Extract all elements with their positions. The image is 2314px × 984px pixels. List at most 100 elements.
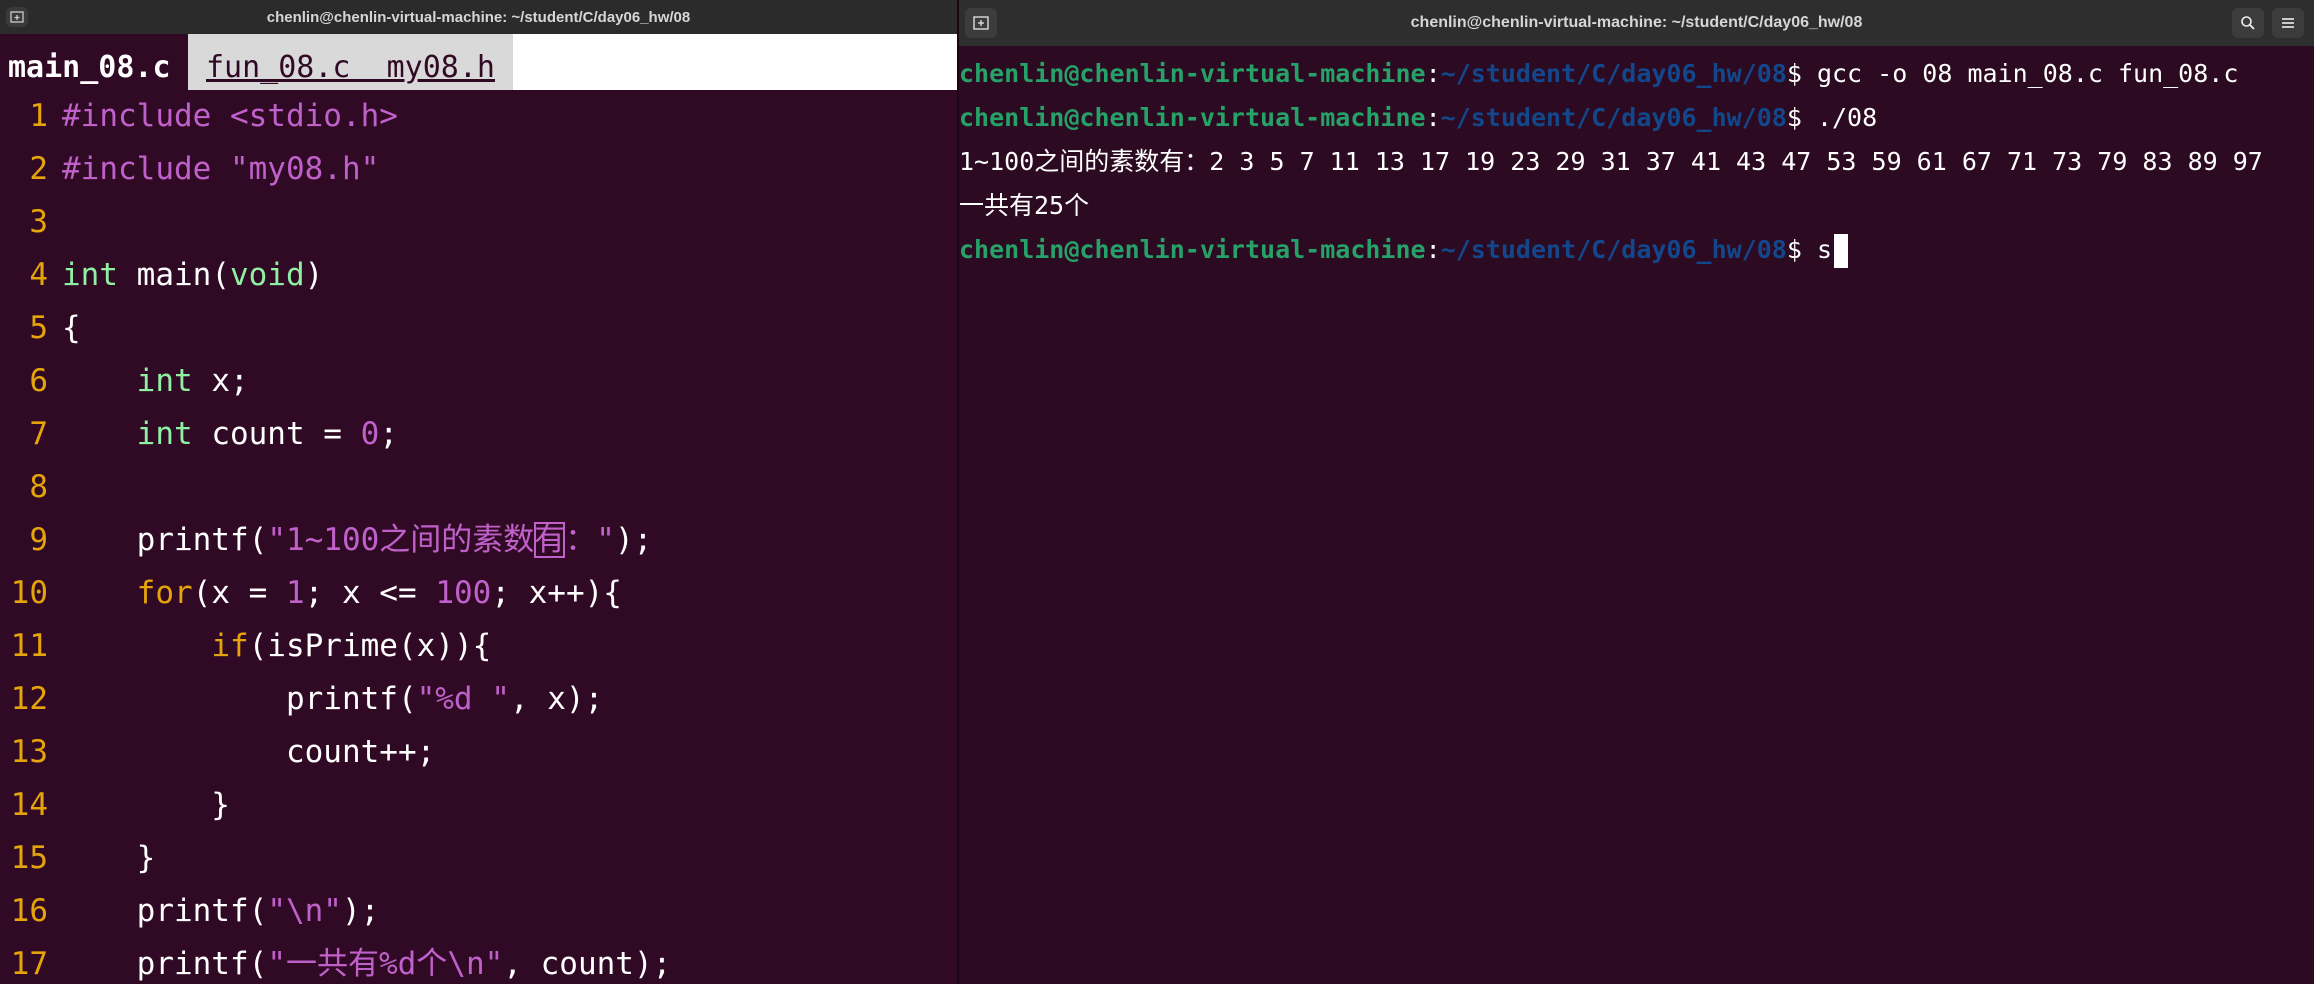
code-line[interactable]: 13 count++; (0, 726, 957, 779)
line-number: 13 (10, 734, 48, 770)
terminal-window-title: chenlin@chenlin-virtual-machine: ~/stude… (1410, 14, 1863, 31)
new-tab-icon[interactable] (6, 7, 28, 27)
editor-titlebar: chenlin@chenlin-virtual-machine: ~/stude… (0, 0, 957, 34)
output-text: 1~100之间的素数有：2 3 5 7 11 13 17 19 23 29 31… (959, 147, 2263, 176)
code-line[interactable]: 1 #include <stdio.h> (0, 90, 957, 143)
line-number: 7 (29, 416, 48, 452)
editor-terminal-window[interactable]: chenlin@chenlin-virtual-machine: ~/stude… (0, 0, 957, 984)
prompt-separator: : (1425, 103, 1441, 132)
terminal-titlebar: chenlin@chenlin-virtual-machine: ~/stude… (959, 0, 2314, 46)
code-text: int main(void) (62, 249, 323, 302)
terminal-cursor (1834, 234, 1848, 268)
code-line[interactable]: 9 printf("1~100之间的素数有："); (0, 514, 957, 567)
code-token: if (211, 628, 249, 664)
code-text: count++; (62, 726, 435, 779)
line-number: 2 (29, 151, 48, 187)
code-token: main( (118, 257, 230, 293)
code-token: ); (341, 893, 380, 929)
code-text: { (62, 302, 81, 355)
prompt-separator: : (1425, 59, 1441, 88)
code-token: ; x++){ (491, 575, 622, 611)
code-line[interactable]: 3 (0, 196, 957, 249)
code-text: printf("\n"); (62, 885, 380, 938)
code-token: ; (379, 416, 398, 452)
code-token: x; (192, 363, 249, 399)
code-token: "1~100之间的素数 (267, 522, 535, 558)
code-token: , count); (503, 946, 672, 982)
output-text: 一共有25个 (959, 191, 1090, 220)
code-text: } (62, 779, 230, 832)
code-token: " (596, 522, 615, 558)
code-token: printf( (62, 893, 268, 929)
code-line[interactable]: 11 if(isPrime(x)){ (0, 620, 957, 673)
new-tab-icon[interactable] (965, 8, 997, 38)
search-icon[interactable] (2232, 8, 2264, 38)
tab-other-files[interactable]: fun_08.c my08.h (188, 34, 513, 90)
code-line[interactable]: 16 printf("\n"); (0, 885, 957, 938)
terminal-output-line: 1~100之间的素数有：2 3 5 7 11 13 17 19 23 29 31… (959, 140, 2314, 184)
code-area[interactable]: 1 #include <stdio.h> 2 #include "my08.h" 3 4 i… (0, 90, 957, 984)
terminal-output[interactable]: chenlin@chenlin-virtual-machine:~/studen… (959, 52, 2314, 272)
terminal-prompt-line: chenlin@chenlin-virtual-machine:~/studen… (959, 96, 2314, 140)
line-number: 11 (10, 628, 48, 664)
code-token: printf( (62, 946, 268, 982)
prompt-directory: ~/student/C/day06_hw/08 (1440, 59, 1787, 88)
code-token: (x = (192, 575, 286, 611)
code-line[interactable]: 10 for(x = 1; x <= 100; x++){ (0, 567, 957, 620)
line-number: 3 (29, 204, 48, 240)
code-line[interactable]: 15 } (0, 832, 957, 885)
code-token: <stdio.h> (229, 98, 398, 134)
code-token: printf( (62, 681, 417, 717)
prompt-directory: ~/student/C/day06_hw/08 (1440, 103, 1787, 132)
line-number: 14 (10, 787, 48, 823)
code-line[interactable]: 14 } (0, 779, 957, 832)
code-text: } (62, 832, 156, 885)
hamburger-menu-icon[interactable] (2272, 8, 2304, 38)
code-token: "\n" (267, 893, 342, 929)
terminal-output-line: 一共有25个 (959, 184, 2314, 228)
code-token: #include (62, 98, 230, 134)
code-token: "一共有%d个\n" (267, 946, 504, 982)
code-token: #include (62, 151, 230, 187)
prompt-command: $ gcc -o 08 main_08.c fun_08.c (1786, 59, 2239, 88)
code-token: 1 (285, 575, 305, 611)
line-number: 8 (29, 469, 48, 505)
terminal-prompt-line: chenlin@chenlin-virtual-machine:~/studen… (959, 228, 2314, 272)
code-token: } (62, 840, 156, 876)
code-line[interactable]: 17 printf("一共有%d个\n", count); (0, 938, 957, 984)
prompt-command: $ s (1786, 235, 1832, 264)
code-text: #include "my08.h" (62, 143, 379, 196)
vim-tabline: main_08.c fun_08.c my08.h (0, 34, 957, 90)
line-number: 6 (29, 363, 48, 399)
code-token: printf( (62, 522, 268, 558)
line-number: 1 (29, 98, 48, 134)
code-token: for (136, 575, 193, 611)
code-token: "%d " (416, 681, 510, 717)
code-text: printf("%d ", x); (62, 673, 603, 726)
code-token: 有 (534, 522, 566, 558)
code-token: ： (565, 522, 597, 558)
code-token: "my08.h" (229, 151, 380, 187)
code-token: int (136, 416, 193, 452)
code-token: 100 (435, 575, 492, 611)
code-token: ; x <= (304, 575, 436, 611)
code-line[interactable]: 2 #include "my08.h" (0, 143, 957, 196)
code-line[interactable]: 8 (0, 461, 957, 514)
code-text: if(isPrime(x)){ (62, 620, 491, 673)
code-token: void (229, 257, 305, 293)
tab-main-08-c[interactable]: main_08.c (0, 34, 188, 90)
code-line[interactable]: 6 int x; (0, 355, 957, 408)
code-line[interactable]: 12 printf("%d ", x); (0, 673, 957, 726)
code-token: { (62, 310, 81, 346)
line-number: 12 (10, 681, 48, 717)
code-line[interactable]: 5{ (0, 302, 957, 355)
code-line[interactable]: 4 int main(void) (0, 249, 957, 302)
code-line[interactable]: 7 int count = 0; (0, 408, 957, 461)
code-token: count++; (62, 734, 436, 770)
code-text: for(x = 1; x <= 100; x++){ (62, 567, 622, 620)
shell-terminal-window[interactable]: chenlin@chenlin-virtual-machine: ~/stude… (959, 0, 2314, 984)
